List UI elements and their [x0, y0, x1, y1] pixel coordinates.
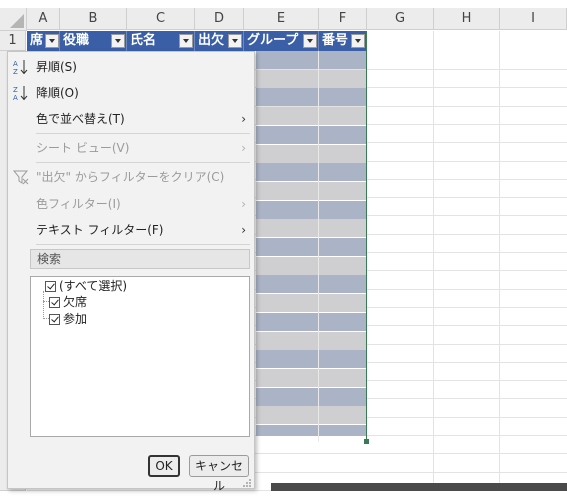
- checkbox-checked[interactable]: [49, 297, 60, 308]
- svg-text:A: A: [13, 60, 18, 68]
- table-row[interactable]: [256, 200, 366, 219]
- sort-ascending-item[interactable]: A Z 昇順(S): [8, 55, 254, 79]
- gridline: [499, 31, 500, 491]
- column-header-e[interactable]: E: [244, 8, 319, 30]
- table-row[interactable]: [256, 163, 366, 182]
- column-separator: [318, 51, 319, 442]
- table-row[interactable]: [256, 219, 366, 238]
- table-row[interactable]: [256, 387, 366, 406]
- text-filter-label: テキスト フィルター(F): [36, 223, 164, 237]
- table-row[interactable]: [256, 425, 366, 436]
- svg-text:Z: Z: [13, 68, 18, 76]
- table-row[interactable]: [256, 406, 366, 425]
- column-header-f[interactable]: F: [319, 8, 367, 30]
- submenu-arrow-icon: ›: [241, 223, 246, 237]
- column-header-g[interactable]: G: [367, 8, 434, 30]
- table-row[interactable]: [256, 312, 366, 331]
- table-row[interactable]: [256, 51, 366, 69]
- color-filter-label: 色フィルター(I): [36, 197, 121, 211]
- svg-text:Z: Z: [13, 86, 18, 94]
- table-row[interactable]: [256, 368, 366, 387]
- table-row[interactable]: [256, 331, 366, 350]
- filter-dropdown-button[interactable]: [179, 34, 193, 48]
- sheet-view-item[interactable]: シート ビュー(V) ›: [8, 136, 254, 160]
- value-checkbox-row[interactable]: 欠席: [49, 294, 87, 310]
- select-all-label: (すべて選択): [59, 279, 128, 293]
- table-row[interactable]: [256, 256, 366, 275]
- table-row[interactable]: [256, 181, 366, 200]
- value-label-absent: 欠席: [63, 295, 88, 309]
- ok-button[interactable]: OK: [148, 455, 180, 477]
- table-border: [366, 31, 367, 442]
- column-header-i[interactable]: I: [500, 8, 567, 30]
- filter-dropdown-button[interactable]: [111, 34, 125, 48]
- column-header-d[interactable]: D: [195, 8, 244, 30]
- submenu-arrow-icon: ›: [241, 197, 246, 211]
- value-label-attend: 参加: [63, 312, 88, 326]
- clear-filter-label: "出欠" からフィルターをクリア(C): [36, 170, 225, 184]
- sort-descending-item[interactable]: Z A 降順(O): [8, 81, 254, 105]
- column-header-h[interactable]: H: [434, 8, 500, 30]
- cancel-button[interactable]: キャンセル: [189, 455, 249, 493]
- filter-values-list[interactable]: (すべて選択) 欠席 参加: [30, 276, 250, 437]
- checkbox-checked[interactable]: [45, 281, 56, 292]
- select-all-corner[interactable]: [0, 8, 27, 31]
- sort-ascending-label: 昇順(S): [36, 60, 77, 74]
- autofilter-dropdown: A Z 昇順(S) Z A 降順(O) 色で並べ替え(T) › シート ビュー(…: [7, 51, 255, 493]
- text-filter-item[interactable]: テキスト フィルター(F) ›: [8, 218, 254, 242]
- table-row[interactable]: [256, 69, 366, 88]
- column-header-b[interactable]: B: [60, 8, 127, 30]
- sort-by-color-label: 色で並べ替え(T): [36, 112, 125, 126]
- color-filter-item[interactable]: 色フィルター(I) ›: [8, 192, 254, 216]
- sheet-view-label: シート ビュー(V): [36, 141, 130, 155]
- table-row[interactable]: [256, 350, 366, 369]
- filter-search-input[interactable]: 検索: [30, 249, 250, 269]
- sort-descending-icon: Z A: [13, 86, 28, 102]
- filter-dropdown-button-active[interactable]: [228, 34, 242, 48]
- sort-by-color-item[interactable]: 色で並べ替え(T) ›: [8, 107, 254, 131]
- clear-filter-item[interactable]: "出欠" からフィルターをクリア(C): [8, 165, 254, 189]
- row-header-1[interactable]: 1: [0, 31, 26, 51]
- tree-connector: [43, 291, 44, 319]
- submenu-arrow-icon: ›: [241, 112, 246, 126]
- menu-separator: [36, 133, 250, 134]
- filter-dropdown-button[interactable]: [351, 34, 365, 48]
- table-row[interactable]: [256, 144, 366, 163]
- menu-separator: [36, 244, 250, 245]
- column-header-c[interactable]: C: [127, 8, 195, 30]
- submenu-arrow-icon: ›: [241, 141, 246, 155]
- filter-dropdown-button[interactable]: [303, 34, 317, 48]
- resize-grip-icon[interactable]: [242, 478, 252, 488]
- sort-descending-label: 降順(O): [36, 86, 79, 100]
- table-row[interactable]: [256, 275, 366, 294]
- table-row[interactable]: [256, 107, 366, 126]
- select-all-triangle-icon: [10, 14, 24, 28]
- table-row[interactable]: [256, 125, 366, 144]
- filter-dropdown-button[interactable]: [45, 34, 59, 48]
- gridline: [433, 31, 434, 491]
- checkbox-checked[interactable]: [49, 314, 60, 325]
- sort-ascending-icon: A Z: [13, 60, 28, 76]
- value-checkbox-row[interactable]: 参加: [49, 311, 87, 327]
- table-row[interactable]: [256, 88, 366, 107]
- menu-separator: [36, 162, 250, 163]
- table-row[interactable]: [256, 238, 366, 256]
- horizontal-scrollbar[interactable]: [271, 483, 567, 491]
- svg-text:A: A: [13, 94, 18, 102]
- clear-filter-icon: [12, 170, 29, 185]
- table-row[interactable]: [256, 294, 366, 313]
- table-resize-handle[interactable]: [364, 439, 369, 444]
- select-all-checkbox-row[interactable]: (すべて選択): [45, 278, 127, 294]
- column-header-a[interactable]: A: [27, 8, 60, 30]
